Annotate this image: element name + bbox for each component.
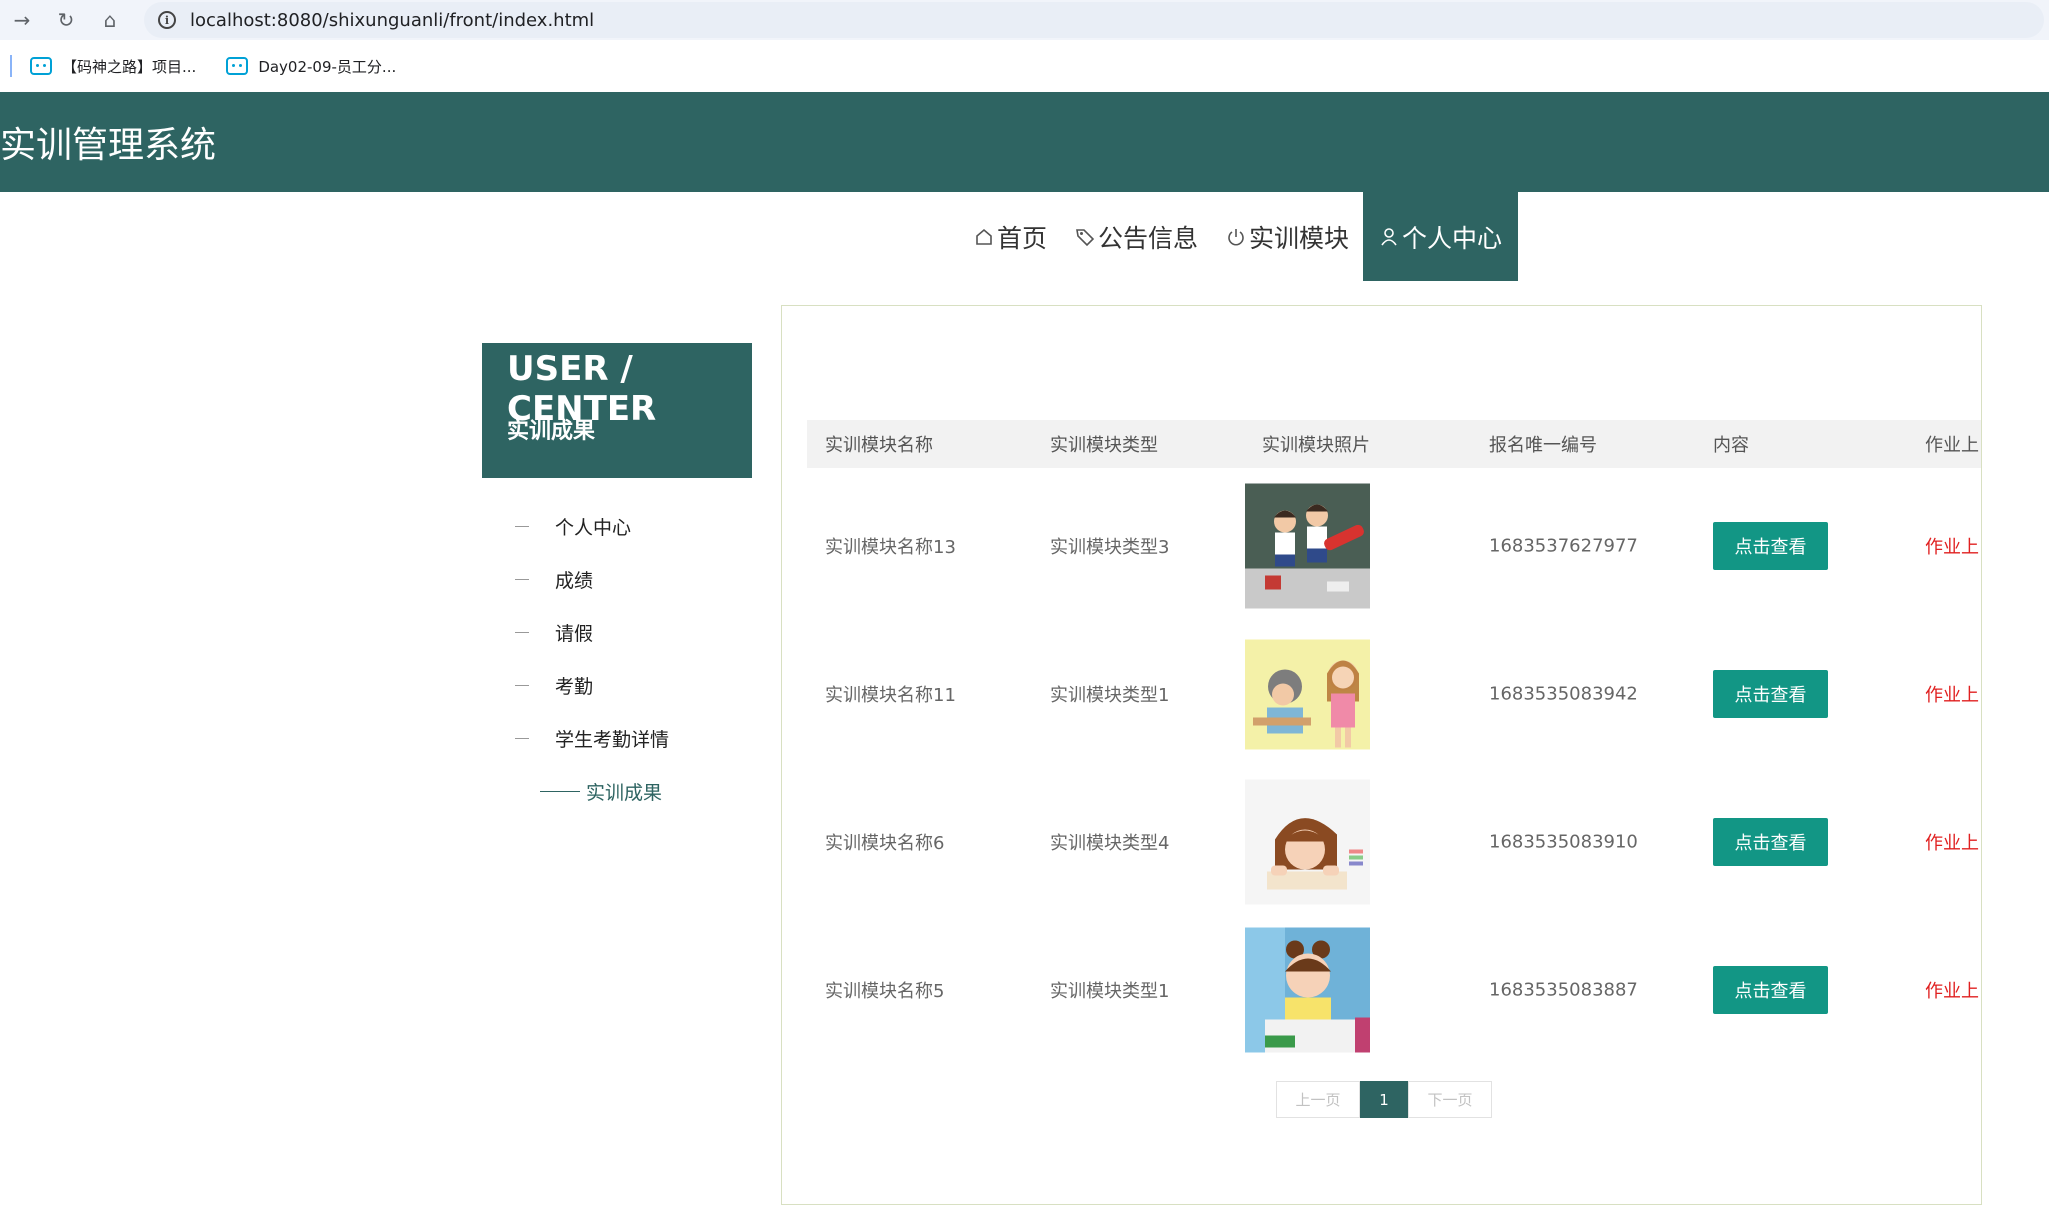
column-header: 实训模块类型: [1050, 435, 1158, 456]
home-button-icon[interactable]: ⌂: [88, 0, 132, 40]
module-name: 实训模块名称13: [825, 537, 956, 558]
view-button[interactable]: 点击查看: [1713, 818, 1828, 866]
side-item-training-results[interactable]: 实训成果: [482, 765, 752, 818]
dash-icon: [515, 632, 529, 633]
next-page-button[interactable]: 下一页: [1408, 1081, 1492, 1118]
view-button[interactable]: 点击查看: [1713, 966, 1828, 1014]
column-header: 报名唯一编号: [1489, 435, 1597, 456]
homework-link[interactable]: 作业上: [1925, 681, 1979, 707]
user-icon: [1381, 227, 1397, 245]
view-cell: 点击查看: [1713, 916, 1828, 1064]
tag-icon: [1076, 228, 1095, 246]
side-menu: 个人中心 成绩 请假 考勤 学生考勤详情 实训成果: [482, 500, 752, 818]
view-cell: 点击查看: [1713, 472, 1828, 620]
side-item-grades[interactable]: 成绩: [482, 553, 752, 606]
content-panel: 实训模块名称 实训模块类型 实训模块照片 报名唯一编号 内容 作业上 实训模块名…: [781, 305, 1982, 1205]
dash-icon: [540, 791, 580, 792]
bookmarks-separator: [10, 55, 12, 77]
prev-page-button[interactable]: 上一页: [1276, 1081, 1360, 1118]
side-item-label: 学生考勤详情: [555, 729, 670, 751]
module-type: 实训模块类型3: [1050, 537, 1170, 558]
nav-item-training[interactable]: 实训模块: [1212, 192, 1363, 281]
address-bar[interactable]: i localhost:8080/shixunguanli/front/inde…: [144, 2, 2044, 38]
module-name: 实训模块名称11: [825, 685, 956, 706]
table-row: 实训模块名称13 实训模块类型3 1683537627977 点击查看 作业上: [807, 472, 1981, 620]
dash-icon: [515, 526, 529, 527]
module-photo[interactable]: [1245, 483, 1370, 609]
power-icon: [1228, 228, 1244, 245]
reload-icon[interactable]: ↻: [44, 0, 88, 40]
nav-item-home[interactable]: 首页: [960, 192, 1061, 281]
side-item-attendance-detail[interactable]: 学生考勤详情: [482, 712, 752, 765]
table-row: 实训模块名称6 实训模块类型4 1683535083910 点击查看 作业上: [807, 768, 1981, 916]
top-nav: 首页 公告信息 实训模块 个人中心: [960, 192, 1519, 281]
side-item-label: 实训成果: [586, 782, 663, 804]
module-photo[interactable]: [1245, 631, 1370, 757]
bookmarks-bar: 【码神之路】项目... Day02-09-员工分...: [0, 40, 2049, 92]
home-icon: [976, 228, 992, 245]
nav-label: 个人中心: [1402, 223, 1503, 253]
signup-number: 1683537627977: [1489, 535, 1638, 557]
bookmark-label: 【码神之路】项目...: [62, 57, 197, 76]
module-type: 实训模块类型1: [1050, 981, 1170, 1002]
module-type: 实训模块类型1: [1050, 685, 1170, 706]
side-item-label: 个人中心: [555, 517, 632, 539]
column-header: 内容: [1713, 435, 1749, 456]
nav-label: 首页: [997, 223, 1048, 253]
site-title: 实训管理系统: [0, 125, 217, 166]
pagination: 上一页 1 下一页: [1276, 1081, 1492, 1118]
view-cell: 点击查看: [1713, 768, 1828, 916]
url-text: localhost:8080/shixunguanli/front/index.…: [190, 9, 595, 31]
signup-number: 1683535083910: [1489, 831, 1638, 853]
side-item-label: 成绩: [555, 570, 594, 592]
bookmark-item[interactable]: Day02-09-员工分...: [226, 56, 396, 77]
bookmark-item[interactable]: 【码神之路】项目...: [30, 56, 196, 77]
column-header: 实训模块照片: [1262, 435, 1370, 456]
side-item-attendance[interactable]: 考勤: [482, 659, 752, 712]
side-item-label: 考勤: [555, 676, 594, 698]
side-item-leave[interactable]: 请假: [482, 606, 752, 659]
forward-icon[interactable]: →: [0, 0, 44, 40]
page-number-button[interactable]: 1: [1360, 1081, 1408, 1118]
nav-label: 公告信息: [1098, 223, 1199, 253]
view-cell: 点击查看: [1713, 620, 1828, 768]
dash-icon: [515, 738, 529, 739]
table-row: 实训模块名称11 实训模块类型1 1683535083942 点击查看 作业上: [807, 620, 1981, 768]
table-row: 实训模块名称5 实训模块类型1 1683535083887 点击查看 作业上: [807, 916, 1981, 1064]
view-button[interactable]: 点击查看: [1713, 670, 1828, 718]
side-item-personal-center[interactable]: 个人中心: [482, 500, 752, 553]
nav-item-user-center[interactable]: 个人中心: [1363, 192, 1519, 281]
module-photo[interactable]: [1245, 927, 1370, 1053]
module-name: 实训模块名称5: [825, 981, 945, 1002]
column-header: 作业上: [1925, 435, 1979, 456]
homework-link[interactable]: 作业上: [1925, 829, 1979, 855]
bilibili-icon: [226, 57, 249, 75]
site-info-icon[interactable]: i: [158, 11, 176, 29]
side-header: USER / CENTER 实训成果: [482, 343, 752, 478]
homework-link[interactable]: 作业上: [1925, 977, 1979, 1003]
view-button[interactable]: 点击查看: [1713, 522, 1828, 570]
signup-number: 1683535083887: [1489, 979, 1638, 1001]
module-type: 实训模块类型4: [1050, 833, 1170, 854]
signup-number: 1683535083942: [1489, 683, 1638, 705]
side-subtitle: 实训成果: [507, 419, 596, 444]
column-header: 实训模块名称: [825, 435, 933, 456]
site-header: 实训管理系统: [0, 92, 2049, 192]
nav-label: 实训模块: [1249, 223, 1350, 253]
module-name: 实训模块名称6: [825, 833, 945, 854]
module-photo[interactable]: [1245, 779, 1370, 905]
table-header: 实训模块名称 实训模块类型 实训模块照片 报名唯一编号 内容 作业上: [807, 420, 1981, 468]
nav-item-notice[interactable]: 公告信息: [1061, 192, 1212, 281]
bookmark-label: Day02-09-员工分...: [258, 57, 397, 76]
side-item-label: 请假: [555, 623, 594, 645]
dash-icon: [515, 685, 529, 686]
dash-icon: [515, 579, 529, 580]
browser-toolbar: → ↻ ⌂ i localhost:8080/shixunguanli/fron…: [0, 0, 2049, 40]
bilibili-icon: [30, 57, 52, 75]
homework-link[interactable]: 作业上: [1925, 533, 1979, 559]
